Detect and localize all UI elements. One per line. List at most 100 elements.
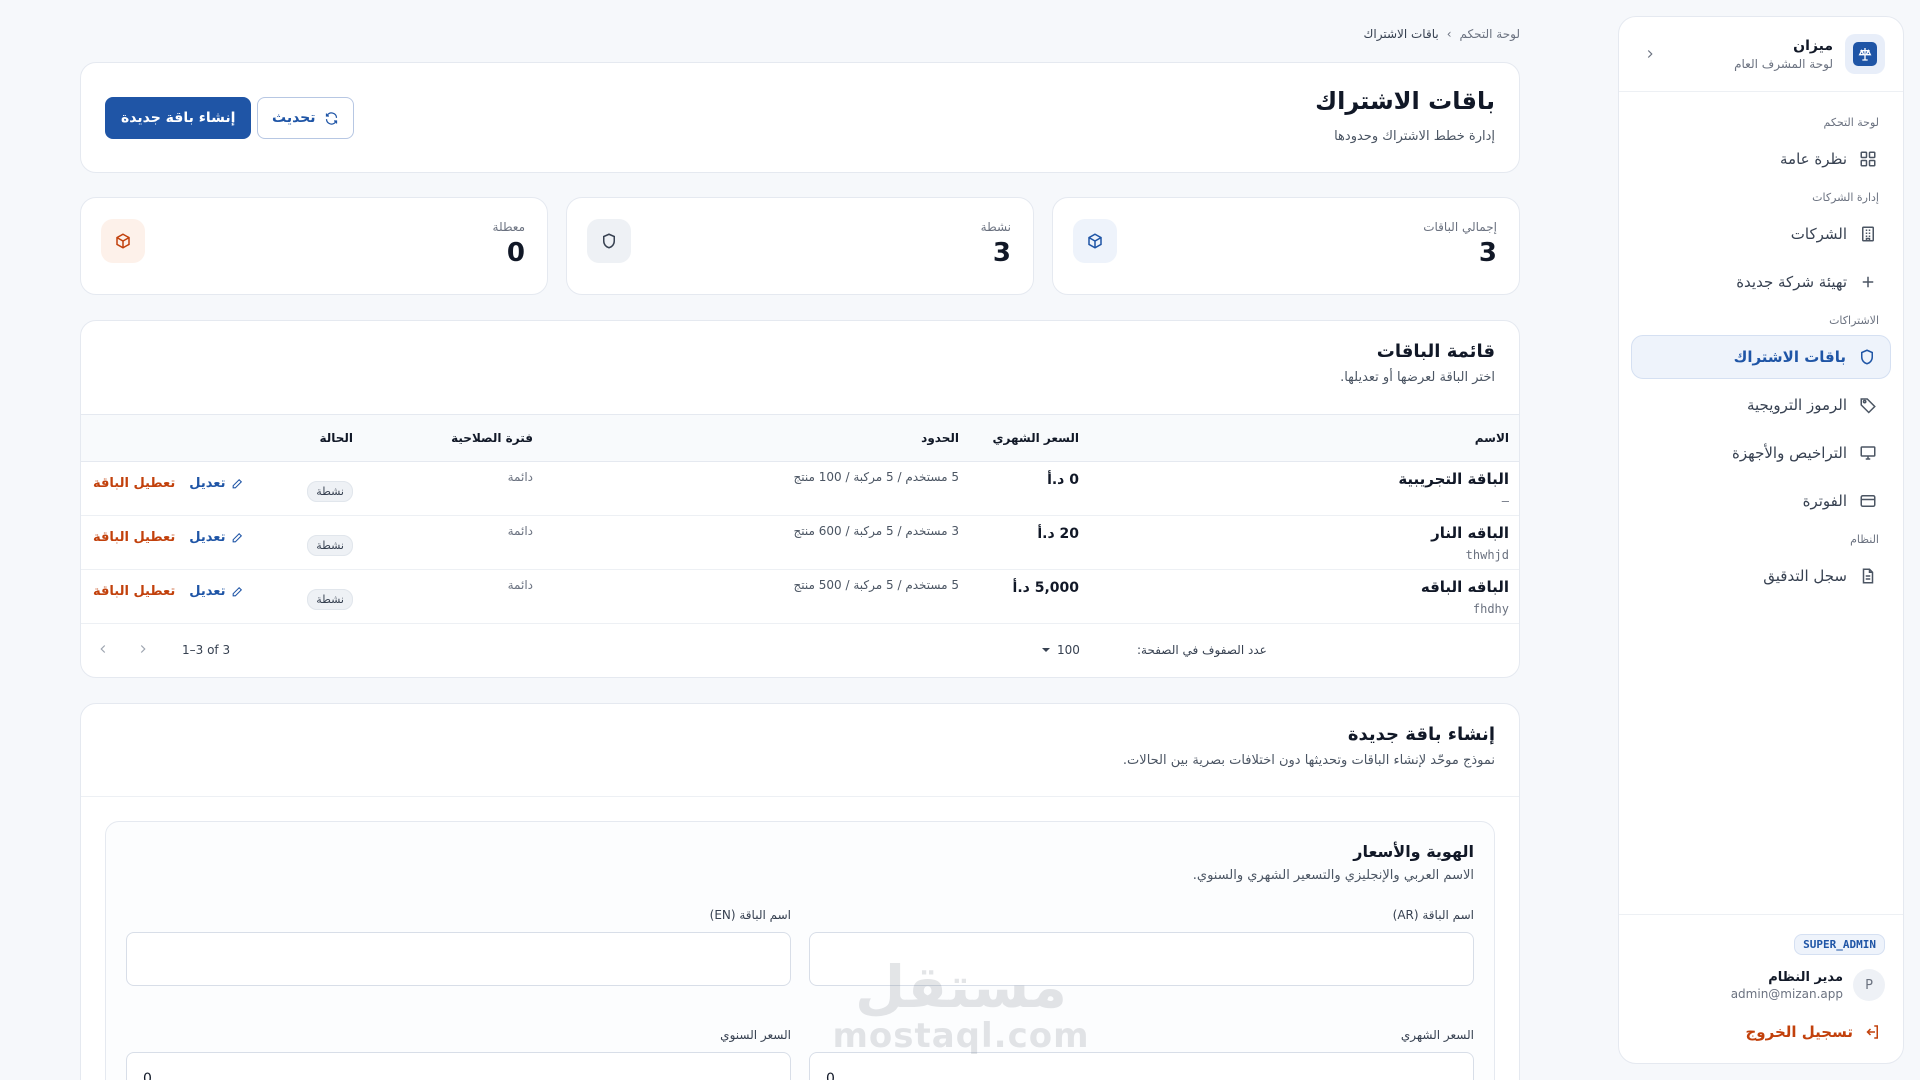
create-plan-form: إنشاء باقة جديدة نموذج موحّد لإنشاء البا…: [80, 703, 1520, 1080]
sidebar-item-overview[interactable]: نظرة عامة: [1631, 137, 1891, 181]
stat-value: 3: [992, 238, 1011, 268]
sidebar-item-label: سجل التدقيق: [1763, 567, 1847, 585]
edit-plan-button[interactable]: تعديل: [189, 476, 244, 491]
monthly-price-label: السعر الشهري: [1400, 1028, 1474, 1042]
edit-label: تعديل: [189, 476, 226, 491]
user-info: P مدير النظام admin@mizan.app: [1637, 969, 1885, 1001]
sidebar: ميزان لوحة المشرف العام لوحة التحكم نظرة…: [1618, 16, 1904, 1064]
yearly-price-input[interactable]: [126, 1052, 791, 1080]
sidebar-item-licenses[interactable]: التراخيص والأجهزة: [1631, 431, 1891, 475]
column-header-name[interactable]: الاسم: [1475, 431, 1509, 445]
rows-per-page-value: 100: [1057, 643, 1080, 657]
plan-name: الباقه النار: [1431, 524, 1509, 542]
section-subtitle: الاسم العربي والإنجليزي والتسعير الشهري …: [1192, 868, 1474, 883]
monthly-price-input[interactable]: [809, 1052, 1474, 1080]
disable-plan-button[interactable]: تعطيل الباقة: [93, 584, 175, 599]
pencil-icon: [231, 477, 244, 490]
plan-price: 0 د.أ: [1047, 472, 1079, 488]
monitor-icon: [1859, 444, 1877, 462]
section-subscriptions: الاشتراكات: [1829, 314, 1879, 327]
plans-table: الاسم السعر الشهري الحدود فترة الصلاحية …: [81, 414, 1519, 676]
stat-card-disabled: معطلة 0: [80, 197, 548, 295]
edit-plan-button[interactable]: تعديل: [189, 584, 244, 599]
column-header-price[interactable]: السعر الشهري: [993, 431, 1079, 445]
refresh-button[interactable]: تحديث: [257, 97, 354, 139]
divider: [81, 796, 1519, 797]
box-icon: [101, 219, 145, 263]
sidebar-item-companies[interactable]: الشركات: [1631, 212, 1891, 256]
rows-per-page-select[interactable]: 100: [1041, 643, 1080, 657]
app-name: ميزان: [1793, 37, 1833, 54]
disable-plan-button[interactable]: تعطيل الباقة: [93, 530, 175, 545]
section-title: الهوية والأسعار: [1353, 842, 1474, 861]
pagination-range: 1–3 of 3: [182, 643, 231, 657]
plan-code: fhdhy: [1472, 602, 1509, 616]
page-title: باقات الاشتراك: [1315, 87, 1495, 115]
disable-plan-button[interactable]: تعطيل الباقة: [93, 476, 175, 491]
sidebar-item-promo-codes[interactable]: الرموز الترويجية: [1631, 383, 1891, 427]
user-email: admin@mizan.app: [1730, 986, 1843, 1001]
edit-label: تعديل: [189, 530, 226, 545]
plan-limits: 5 مستخدم / 5 مركبة / 500 منتج: [793, 578, 959, 592]
plans-list-title: قائمة الباقات: [1376, 341, 1495, 362]
stat-value: 3: [1478, 238, 1497, 268]
stat-label: إجمالي الباقات: [1423, 220, 1497, 234]
chevron-left-icon[interactable]: [96, 642, 110, 656]
stats-row: إجمالي الباقات 3 نشطة 3 معطلة 0: [80, 197, 1520, 295]
plan-name: الباقة التجريبية: [1398, 470, 1509, 488]
status-badge: نشطة: [307, 589, 353, 610]
sidebar-item-plans[interactable]: باقات الاشتراك: [1631, 335, 1891, 379]
sidebar-item-new-company[interactable]: تهيئة شركة جديدة: [1631, 260, 1891, 304]
sidebar-item-label: باقات الاشتراك: [1733, 348, 1846, 366]
plan-validity: دائمة: [507, 524, 533, 538]
column-header-status[interactable]: الحالة: [319, 431, 353, 445]
form-title: إنشاء باقة جديدة: [1347, 724, 1495, 745]
logout-label: تسجيل الخروج: [1745, 1023, 1854, 1041]
edit-plan-button[interactable]: تعديل: [189, 530, 244, 545]
table-row[interactable]: الباقة التجريبية — 0 د.أ 5 مستخدم / 5 مر…: [81, 462, 1519, 516]
plan-validity: دائمة: [507, 578, 533, 592]
app-logo: [1845, 34, 1885, 74]
form-subtitle: نموذج موحّد لإنشاء الباقات وتحديثها دون …: [1122, 753, 1495, 768]
box-icon: [1073, 219, 1117, 263]
chevron-right-icon[interactable]: [136, 642, 150, 656]
sidebar-item-billing[interactable]: الفوترة: [1631, 479, 1891, 523]
column-header-limits[interactable]: الحدود: [921, 431, 959, 445]
logout-button[interactable]: تسجيل الخروج: [1637, 1023, 1885, 1041]
sidebar-header: ميزان لوحة المشرف العام: [1619, 17, 1903, 92]
stat-card-total: إجمالي الباقات 3: [1052, 197, 1520, 295]
file-text-icon: [1859, 567, 1877, 585]
sidebar-item-label: نظرة عامة: [1780, 150, 1847, 168]
name-ar-input[interactable]: [809, 932, 1474, 986]
chevron-right-icon[interactable]: [1637, 41, 1663, 67]
app-subtitle: لوحة المشرف العام: [1734, 56, 1833, 71]
name-en-label: اسم الباقة (EN): [709, 908, 791, 922]
create-plan-button[interactable]: إنشاء باقة جديدة: [105, 97, 252, 139]
table-row[interactable]: الباقه النار thwhjd 20 د.أ 3 مستخدم / 5 …: [81, 516, 1519, 570]
avatar: P: [1853, 969, 1885, 1001]
plan-code: thwhjd: [1465, 548, 1509, 562]
status-badge: نشطة: [307, 535, 353, 556]
plan-code: —: [1501, 494, 1509, 508]
stat-card-active: نشطة 3: [566, 197, 1034, 295]
name-en-input[interactable]: [126, 932, 791, 986]
section-dashboard: لوحة التحكم: [1823, 116, 1879, 129]
building-icon: [1859, 225, 1877, 243]
rows-per-page-label: عدد الصفوف في الصفحة:: [1137, 643, 1267, 657]
caret-down-icon: [1041, 645, 1051, 655]
table-row[interactable]: الباقه الباقه fhdhy 5,000 د.أ 5 مستخدم /…: [81, 570, 1519, 624]
sidebar-item-label: الرموز الترويجية: [1746, 396, 1847, 414]
sidebar-item-audit-log[interactable]: سجل التدقيق: [1631, 554, 1891, 598]
refresh-icon: [324, 111, 339, 126]
plans-list-subtitle: اختر الباقة لعرضها أو تعديلها.: [1340, 370, 1495, 385]
sidebar-item-label: التراخيص والأجهزة: [1732, 444, 1847, 462]
stat-value: 0: [506, 238, 525, 268]
breadcrumb-root[interactable]: لوحة التحكم: [1460, 27, 1521, 41]
sidebar-footer: SUPER_ADMIN P مدير النظام admin@mizan.ap…: [1619, 914, 1903, 1063]
column-header-validity[interactable]: فترة الصلاحية: [451, 431, 533, 445]
breadcrumb: لوحة التحكم › باقات الاشتراك: [1363, 27, 1520, 41]
section-system: النظام: [1850, 533, 1879, 546]
user-name: مدير النظام: [1768, 969, 1843, 985]
name-ar-label: اسم الباقة (AR): [1392, 908, 1474, 922]
plan-price: 20 د.أ: [1037, 526, 1079, 542]
